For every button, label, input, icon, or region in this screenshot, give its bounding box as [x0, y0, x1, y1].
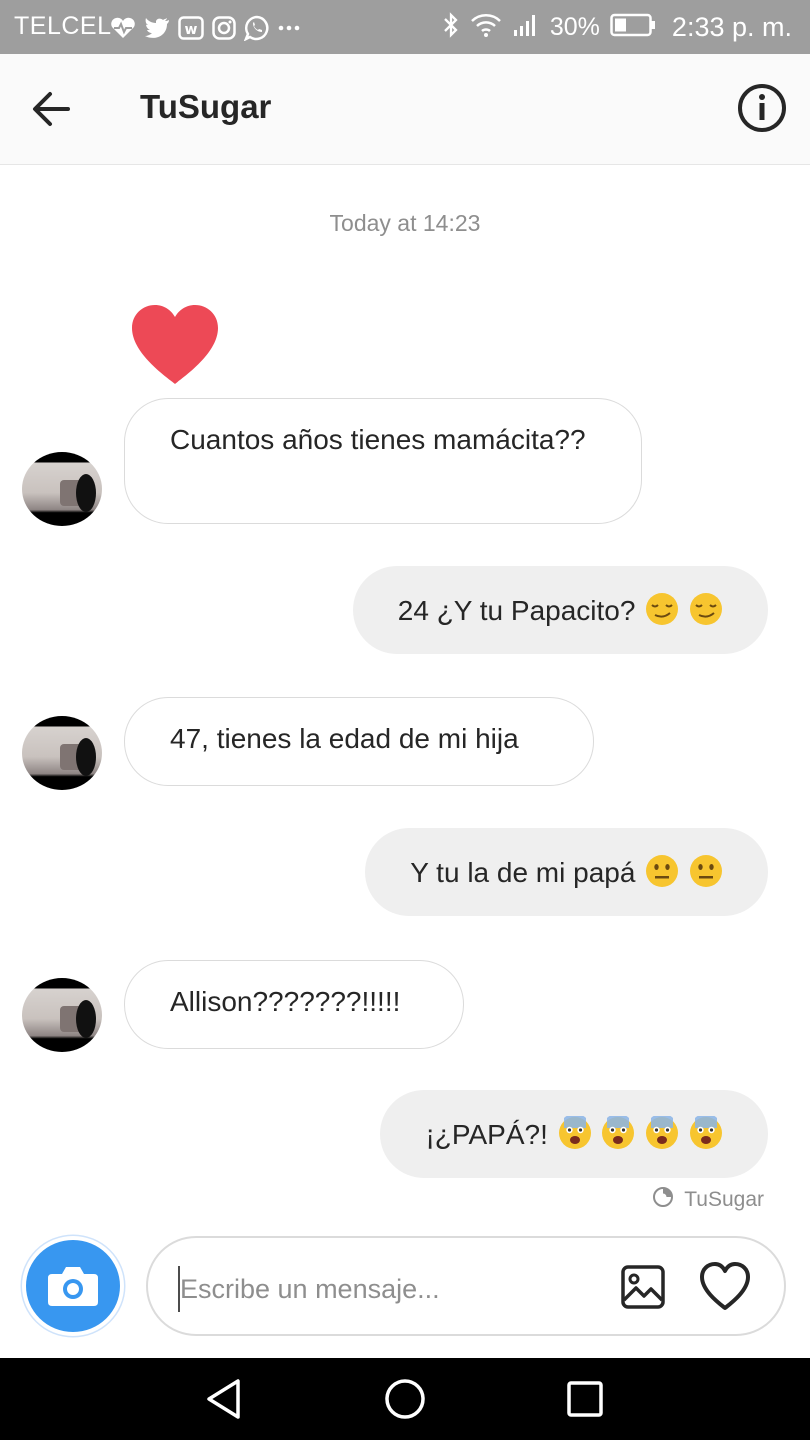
info-circle-icon: [738, 84, 786, 132]
heart-rate-icon: [110, 17, 136, 39]
neutral-face-emoji: [689, 854, 723, 897]
camera-icon: [48, 1267, 98, 1306]
fearful-face-emoji: [601, 1113, 635, 1159]
arrow-left-icon: [33, 92, 70, 126]
seen-indicator: TuSugar: [650, 1186, 764, 1214]
recents-square-icon: [567, 1381, 603, 1417]
incoming-message-bubble[interactable]: Allison???????!!!!!: [124, 960, 464, 1049]
sender-avatar[interactable]: [22, 716, 102, 790]
battery-icon: [610, 13, 656, 42]
nav-back-button[interactable]: [202, 1376, 248, 1422]
svg-text:w: w: [185, 22, 198, 38]
fearful-face-emoji: [558, 1113, 592, 1159]
outgoing-message-bubble[interactable]: Y tu la de mi papá: [365, 828, 768, 916]
conversation-title[interactable]: TuSugar: [140, 88, 271, 126]
more-dots-icon: [278, 24, 300, 32]
sender-avatar[interactable]: [22, 452, 102, 526]
battery-percent: 30%: [549, 12, 600, 41]
message-text: Y tu la de mi papá: [410, 857, 636, 888]
nav-recents-button[interactable]: [562, 1376, 608, 1422]
bluetooth-icon: [442, 11, 460, 44]
outgoing-message-bubble[interactable]: 24 ¿Y tu Papacito?: [352, 566, 768, 654]
wifi-icon: [470, 12, 502, 43]
app-badge-icon: w: [178, 16, 204, 40]
incoming-message-bubble[interactable]: 47, tienes la edad de mi hija: [124, 697, 594, 786]
camera-button[interactable]: [22, 1236, 124, 1336]
clock-time: 2:33 p. m.: [671, 11, 792, 42]
eye-icon: [650, 1186, 676, 1214]
message-text: Cuantos años tienes mamácita??: [170, 424, 586, 455]
notification-icons: w: [110, 14, 300, 42]
message-text: ¡¿PAPÁ?!: [425, 1119, 548, 1150]
image-icon: [621, 1265, 665, 1309]
fearful-face-emoji: [645, 1113, 679, 1159]
home-circle-icon: [385, 1379, 425, 1419]
message-input[interactable]: [178, 1266, 602, 1312]
twitter-icon: [144, 17, 170, 39]
carrier-name: TELCEL: [14, 12, 112, 40]
message-text: 47, tienes la edad de mi hija: [170, 723, 519, 754]
incoming-message-bubble[interactable]: Cuantos años tienes mamácita??: [124, 398, 642, 524]
instagram-icon: [212, 16, 236, 40]
message-timestamp: Today at 14:23: [329, 210, 481, 236]
whatsapp-icon: [244, 15, 270, 41]
outgoing-message-bubble[interactable]: ¡¿PAPÁ?!: [380, 1090, 768, 1178]
chat-header: TuSugar: [0, 54, 810, 165]
sender-avatar[interactable]: [22, 978, 102, 1052]
message-composer: [146, 1236, 786, 1336]
back-button[interactable]: [28, 84, 78, 134]
gallery-button[interactable]: [620, 1264, 666, 1310]
status-bar: TELCEL w 30% 2:33 p. m.: [0, 0, 810, 54]
message-text: 24 ¿Y tu Papacito?: [397, 595, 636, 626]
smirk-emoji: [645, 592, 679, 635]
like-button[interactable]: [698, 1260, 752, 1314]
system-status: 30% 2:33 p. m.: [442, 10, 792, 44]
neutral-face-emoji: [645, 854, 679, 897]
red-heart-icon[interactable]: [128, 302, 222, 388]
signal-icon: [512, 12, 540, 43]
seen-by-name: TuSugar: [684, 1188, 764, 1211]
fearful-face-emoji: [689, 1113, 723, 1159]
smirk-emoji: [689, 592, 723, 635]
system-nav-bar: [0, 1358, 810, 1440]
info-button[interactable]: [736, 82, 788, 134]
nav-home-button[interactable]: [382, 1376, 428, 1422]
back-triangle-icon: [207, 1379, 240, 1419]
heart-outline-icon: [700, 1262, 750, 1310]
message-text: Allison???????!!!!!: [170, 986, 401, 1017]
